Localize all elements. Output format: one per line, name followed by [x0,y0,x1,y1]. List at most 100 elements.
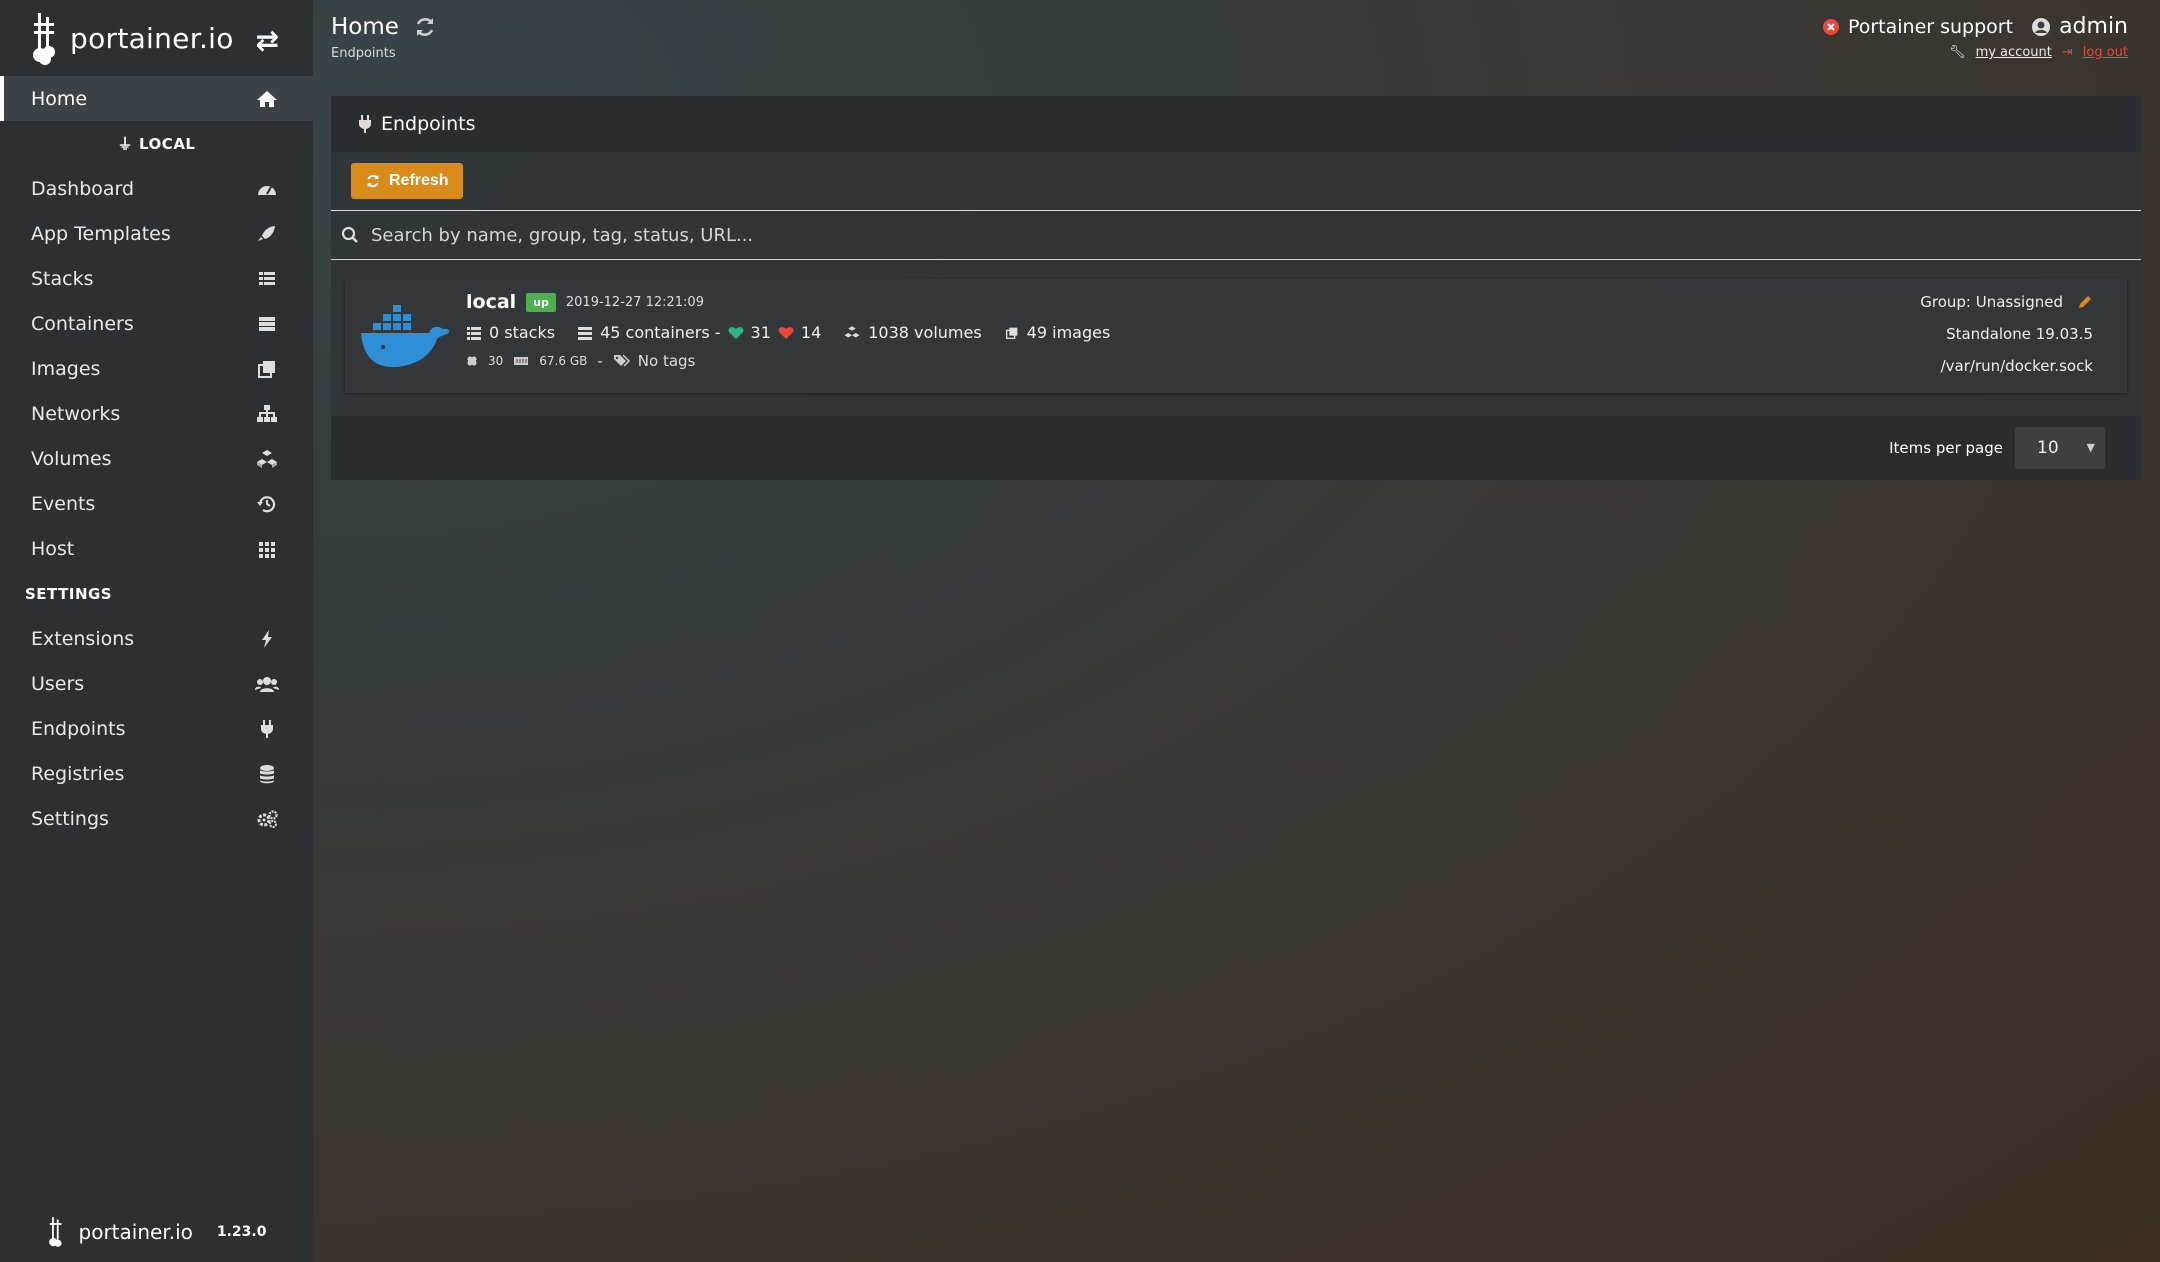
breadcrumb: Endpoints [331,46,396,61]
plug-icon [261,719,273,738]
volumes-count: 1038 volumes [868,323,982,342]
items-per-page-select[interactable]: 10 [2015,427,2105,469]
refresh-button[interactable]: Refresh [351,163,463,199]
stacks-icon [467,326,481,340]
sidebar-item-home[interactable]: Home [0,76,313,121]
sidebar-item-label: Users [31,672,85,695]
stacks-count: 0 stacks [489,323,556,342]
admin-user: admin [2031,14,2128,39]
sign-out-icon: ⇥ [2061,45,2073,60]
sidebar-item-networks[interactable]: Networks [0,391,313,436]
support-link[interactable]: Portainer support [1822,16,2013,38]
sidebar-item-label: Endpoints [31,717,126,740]
my-account-link[interactable]: my account [1976,45,2052,60]
sidebar-item-label: Images [31,357,101,380]
cogs-icon [257,809,278,828]
bolt-icon [262,629,272,648]
brand[interactable]: portainer.io ⇄ [0,0,313,76]
portainer-logo-icon [48,1217,62,1247]
items-per-page-label: Items per page [1889,439,2003,457]
plug-icon: ⏚ [117,135,134,153]
sidebar-item-label: Host [31,537,75,560]
sidebar-item-host[interactable]: Host [0,526,313,571]
sidebar-item-label: Extensions [31,627,135,650]
endpoint-group: Group: Unassigned [1920,293,2063,311]
username: admin [2059,14,2128,39]
refresh-icon[interactable] [413,15,437,39]
stacks-icon [259,271,275,285]
sidebar-item-containers[interactable]: Containers [0,301,313,346]
close-circle-icon [1822,18,1839,35]
endpoint-meta: Group: Unassigned Standalone 19.03.5 /va… [1920,293,2093,375]
sidebar-item-label: Dashboard [31,177,135,200]
sidebar-item-endpoints[interactable]: Endpoints [0,706,313,751]
unhealthy-count: 14 [800,323,822,342]
cpu-count: 30 [488,354,504,368]
sidebar-item-label: Registries [31,762,125,785]
search-input[interactable] [371,224,1971,246]
containers-icon [578,326,593,340]
sidebar-item-label: Networks [31,402,121,425]
endpoints-panel: Endpoints Refresh loca [331,96,2141,480]
heartbeat-icon [778,326,794,339]
sidebar-item-dashboard[interactable]: Dashboard [0,166,313,211]
version-label: 1.23.0 [216,1224,267,1240]
sidebar-item-extensions[interactable]: Extensions [0,616,313,661]
refresh-label: Refresh [389,172,449,189]
containers-count: 45 containers - [600,323,721,342]
history-icon [257,495,276,512]
sidebar-item-app-templates[interactable]: App Templates [0,211,313,256]
panel-toolbar: Refresh [331,152,2141,210]
sidebar-item-volumes[interactable]: Volumes [0,436,313,481]
search-bar [331,210,2141,260]
sidebar-item-events[interactable]: Events [0,481,313,526]
sidebar-item-label: Stacks [31,267,94,290]
user-menu: Portainer support admin 🔧︎ my account ⇥ … [1822,14,2128,60]
portainer-logo-icon [33,13,55,65]
pencil-icon[interactable] [2077,294,2093,310]
sidebar: portainer.io ⇄ Home ⏚ LOCAL Dashboard Ap… [0,0,313,1262]
users-icon [255,676,279,692]
pagination-bar: Items per page 10 ▼ [331,416,2141,480]
home-icon [257,90,277,107]
cubes-icon [257,449,277,468]
brand-name: portainer.io [70,21,234,55]
memory-icon [514,357,529,365]
dashboard-icon [258,185,276,195]
sidebar-item-label: App Templates [31,222,171,245]
database-icon [260,764,274,783]
switch-icon[interactable]: ⇄ [256,24,279,57]
sidebar-item-images[interactable]: Images [0,346,313,391]
sidebar-item-label: Events [31,492,96,515]
sidebar-item-label: Home [31,87,88,110]
sidebar-item-stacks[interactable]: Stacks [0,256,313,301]
cubes-icon [844,325,860,337]
sitemap-icon [257,404,277,422]
endpoint-card[interactable]: local up 2019-12-27 12:21:09 0 stacks 45… [345,279,2127,393]
endpoint-timestamp: 2019-12-27 12:21:09 [565,294,704,310]
containers-icon [259,316,275,331]
tags-icon [613,354,630,367]
sidebar-item-registries[interactable]: Registries [0,751,313,796]
memory-size: 67.6 GB [539,354,588,368]
images-icon [1005,327,1018,339]
log-out-link[interactable]: log out [2083,45,2128,60]
images-count: 49 images [1026,323,1111,342]
support-label: Portainer support [1847,15,2014,38]
status-badge: up [526,292,556,312]
sidebar-footer: portainer.io 1.23.0 [0,1202,313,1262]
page-header: Home Endpoints [331,14,437,61]
refresh-icon [367,174,379,188]
cpu-icon [467,356,477,366]
sidebar-item-users[interactable]: Users [0,661,313,706]
sidebar-item-settings[interactable]: Settings [0,796,313,841]
tags-value: No tags [637,352,696,370]
endpoint-details: local up 2019-12-27 12:21:09 0 stacks 45… [466,291,1110,370]
settings-section-heading: SETTINGS [25,584,113,603]
panel-title: Endpoints [381,113,476,135]
docker-logo-icon [361,305,450,367]
plug-icon [359,115,371,133]
images-icon [258,360,275,378]
healthy-count: 31 [750,323,771,342]
page-title: Home [331,14,399,40]
